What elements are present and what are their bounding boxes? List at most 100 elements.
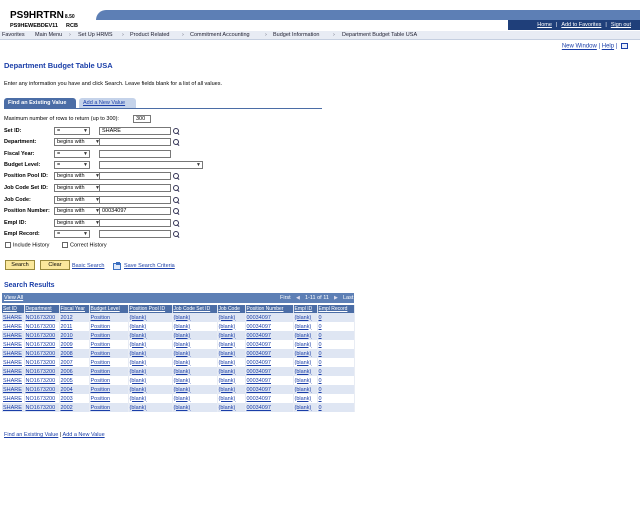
table-row[interactable]: SHARE NO1673200 2009 Position (blank) (blank)… [2,340,355,349]
position-number-input[interactable]: 00034097 [99,207,171,215]
result-link[interactable]: 2012 [61,315,73,321]
result-link[interactable]: 00034097 [247,360,271,366]
result-link[interactable]: 0 [319,324,322,330]
result-link[interactable]: 2002 [61,405,73,411]
result-link[interactable]: 0 [319,333,322,339]
result-link[interactable]: 2010 [61,333,73,339]
result-link[interactable]: SHARE [3,315,22,321]
result-link[interactable]: Position [91,360,111,366]
operator-select[interactable]: begins with ▼ [54,207,102,215]
result-link[interactable]: 2008 [61,351,73,357]
operator-select[interactable]: = ▼ [54,161,90,169]
column-header[interactable]: Job Code [217,305,246,313]
result-link[interactable]: SHARE [3,342,22,348]
operator-select[interactable]: begins with ▼ [54,184,102,192]
result-link[interactable]: NO1673200 [26,369,56,375]
correct-history-checkbox[interactable]: Correct History [62,242,107,248]
add-to-favorites-link[interactable]: Add to Favorites [561,22,601,28]
prev-arrow-icon[interactable]: ◀ [296,295,300,301]
nav-budget-information[interactable]: Budget Information [273,32,319,38]
result-link[interactable]: (blank) [219,351,236,357]
lookup-icon[interactable] [173,139,179,145]
table-row[interactable]: SHARE NO1673200 2006 Position (blank) (blank)… [2,367,355,376]
result-link[interactable]: (blank) [174,396,191,402]
result-link[interactable]: 00034097 [247,378,271,384]
result-link[interactable]: NO1673200 [26,351,56,357]
result-link[interactable]: 0 [319,387,322,393]
position-pool-id-input[interactable] [99,172,171,180]
nav-commitment-accounting[interactable]: Commitment Accounting [190,32,250,38]
result-link[interactable]: 00034097 [247,396,271,402]
column-header[interactable]: Job Code Set ID [172,305,218,313]
result-link[interactable]: (blank) [130,351,147,357]
operator-select[interactable]: begins with ▼ [54,196,102,204]
result-link[interactable]: (blank) [295,387,312,393]
nav-favorites[interactable]: Favorites [2,32,25,38]
nav-set-up-hrms[interactable]: Set Up HRMS [78,32,113,38]
result-link[interactable]: 0 [319,405,322,411]
checkbox-box[interactable] [5,242,11,248]
result-link[interactable]: SHARE [3,333,22,339]
table-row[interactable]: SHARE NO1673200 2012 Position (blank) (blank)… [2,313,355,322]
lookup-icon[interactable] [173,197,179,203]
result-link[interactable]: (blank) [295,324,312,330]
result-link[interactable]: (blank) [130,315,147,321]
include-history-checkbox[interactable]: Include History [5,242,49,248]
table-row[interactable]: SHARE NO1673200 2003 Position (blank) (blank)… [2,394,355,403]
result-link[interactable]: (blank) [295,315,312,321]
result-link[interactable]: Position [91,324,111,330]
home-link[interactable]: Home [537,22,552,28]
result-link[interactable]: (blank) [130,342,147,348]
result-link[interactable]: (blank) [295,360,312,366]
result-link[interactable]: (blank) [219,324,236,330]
lookup-icon[interactable] [173,128,179,134]
column-header[interactable]: Fiscal Year [59,305,90,313]
budget-level-select[interactable]: ▼ [99,161,203,169]
result-link[interactable]: 0 [319,360,322,366]
empl-record-input[interactable] [99,230,171,238]
result-link[interactable]: SHARE [3,387,22,393]
result-link[interactable]: Position [91,351,111,357]
result-link[interactable]: NO1673200 [26,360,56,366]
operator-select[interactable]: = ▼ [54,150,90,158]
result-link[interactable]: 2004 [61,387,73,393]
fiscal-year-input[interactable] [99,150,171,158]
set-id-input[interactable]: SHARE [99,127,171,135]
column-header[interactable]: Budget Level [89,305,129,313]
result-link[interactable]: (blank) [219,342,236,348]
table-row[interactable]: SHARE NO1673200 2007 Position (blank) (blank)… [2,358,355,367]
operator-select[interactable]: = ▼ [54,127,90,135]
result-link[interactable]: SHARE [3,369,22,375]
column-header[interactable]: Position Pool ID [128,305,173,313]
result-link[interactable]: NO1673200 [26,396,56,402]
result-link[interactable]: SHARE [3,351,22,357]
result-link[interactable]: (blank) [219,333,236,339]
result-link[interactable]: 00034097 [247,315,271,321]
result-link[interactable]: 00034097 [247,405,271,411]
result-link[interactable]: (blank) [174,369,191,375]
basic-search-link[interactable]: Basic Search [72,263,104,269]
result-link[interactable]: (blank) [219,378,236,384]
result-link[interactable]: (blank) [295,369,312,375]
result-link[interactable]: Position [91,369,111,375]
result-link[interactable]: (blank) [219,360,236,366]
sign-out-link[interactable]: Sign out [611,22,631,28]
result-link[interactable]: SHARE [3,360,22,366]
column-header[interactable]: Empl ID [293,305,318,313]
result-link[interactable]: 2007 [61,360,73,366]
result-link[interactable]: 00034097 [247,333,271,339]
result-link[interactable]: Position [91,396,111,402]
result-link[interactable]: Position [91,378,111,384]
checkbox-box[interactable] [62,242,68,248]
help-link[interactable]: Help [602,44,614,50]
lookup-icon[interactable] [173,185,179,191]
result-link[interactable]: (blank) [295,396,312,402]
result-link[interactable]: (blank) [130,405,147,411]
save-criteria-icon[interactable] [113,262,121,270]
lookup-icon[interactable] [173,208,179,214]
result-link[interactable]: 00034097 [247,351,271,357]
result-link[interactable]: 0 [319,369,322,375]
clear-button[interactable]: Clear [40,260,70,270]
job-code-set-id-input[interactable] [99,184,171,192]
result-link[interactable]: (blank) [295,405,312,411]
